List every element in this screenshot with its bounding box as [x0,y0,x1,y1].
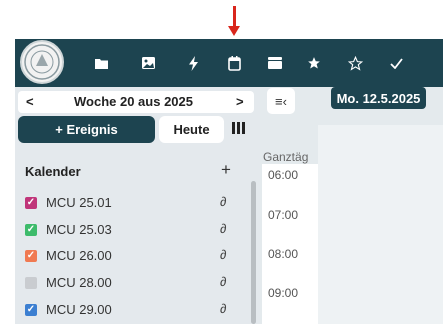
calendar-label: MCU 29.00 [46,302,112,317]
time-label: 09:00 [268,286,299,300]
calendar-label: MCU 26.00 [46,248,112,263]
collapse-sidebar-button[interactable]: ≡‹ [267,88,295,114]
sidebar-scrollbar[interactable] [251,181,256,324]
calendar-item[interactable]: MCU 28.00 ∂ [25,274,240,291]
calendar-list-header: Kalender [25,164,81,179]
previous-week-button[interactable]: < [26,94,34,109]
time-label: 06:00 [268,168,299,182]
calendar-label: MCU 25.01 [46,195,112,210]
folder-icon[interactable] [93,52,109,74]
calendar-checkbox[interactable] [25,277,37,289]
link-icon[interactable]: ∂ [220,194,226,209]
add-event-button[interactable]: + Ereignis [18,116,155,143]
link-icon[interactable]: ∂ [220,274,226,289]
inbox-icon[interactable] [267,52,283,74]
lightning-icon[interactable] [186,52,200,74]
calendar-item[interactable]: ✓ MCU 26.00 ∂ [25,247,240,264]
link-icon[interactable]: ∂ [220,247,226,262]
add-calendar-button[interactable]: + [221,160,231,180]
check-icon[interactable] [388,52,404,74]
all-day-label: Ganztäg [263,150,309,164]
pointer-arrow [233,6,236,28]
link-icon[interactable]: ∂ [220,221,226,236]
link-icon[interactable]: ∂ [220,301,226,316]
next-week-button[interactable]: > [236,94,244,109]
star-outline-icon[interactable] [346,52,364,74]
columns-view-icon[interactable] [232,122,246,136]
time-label: 07:00 [268,208,299,222]
calendar-label: MCU 28.00 [46,275,112,290]
image-icon[interactable] [140,52,156,74]
day-column[interactable] [318,125,443,324]
calendar-item[interactable]: ✓ MCU 29.00 ∂ [25,301,240,318]
calendar-checkbox[interactable]: ✓ [25,197,37,209]
time-column [262,168,318,324]
current-date-badge[interactable]: Mo. 12.5.2025 [331,87,426,109]
calendar-item[interactable]: ✓ MCU 25.01 ∂ [25,194,240,211]
star-icon[interactable] [306,52,322,74]
week-title: Woche 20 aus 2025 [74,94,193,109]
pointer-arrow-head [228,26,240,36]
calendar-item[interactable]: ✓ MCU 25.03 ∂ [25,221,240,238]
university-seal-logo[interactable] [20,40,64,84]
time-label: 08:00 [268,247,299,261]
calendar-checkbox[interactable]: ✓ [25,250,37,262]
calendar-checkbox[interactable]: ✓ [25,304,37,316]
calendar-checkbox[interactable]: ✓ [25,224,37,236]
calendar-icon[interactable] [226,52,242,74]
calendar-label: MCU 25.03 [46,222,112,237]
today-button[interactable]: Heute [159,116,224,143]
